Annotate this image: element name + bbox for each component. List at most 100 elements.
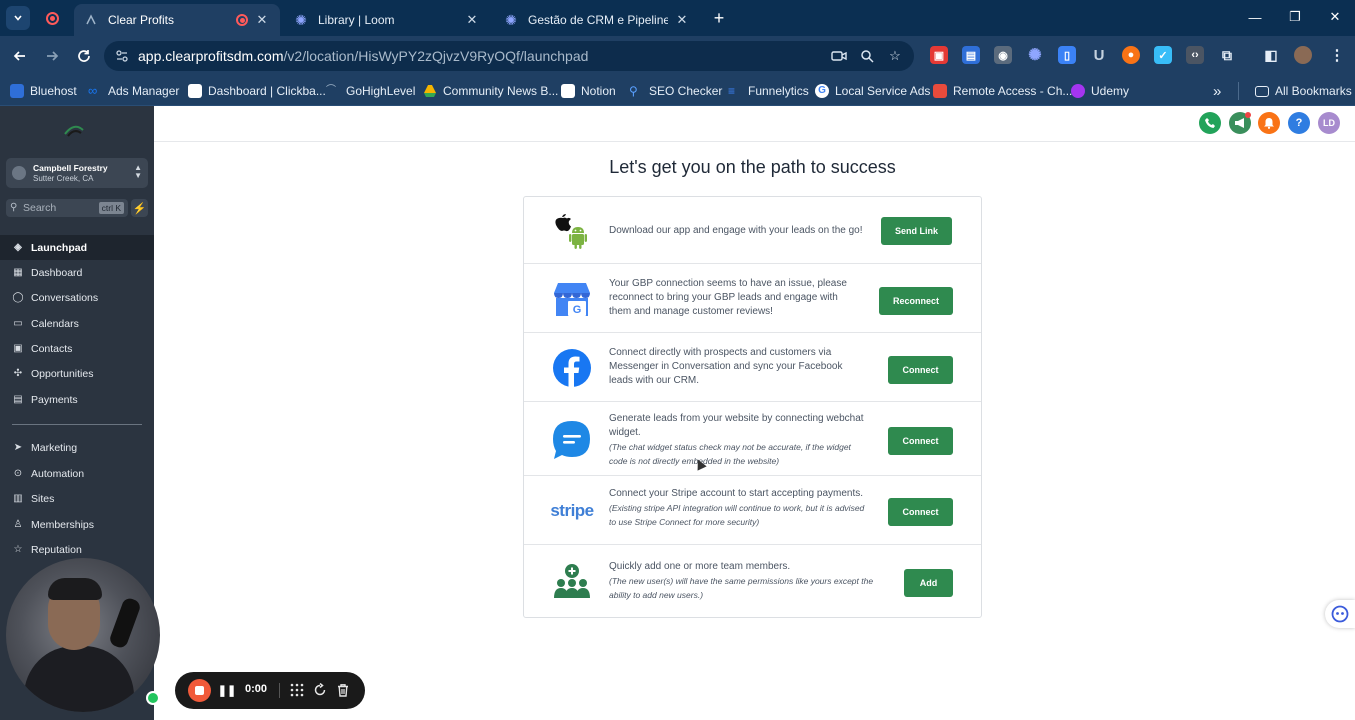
chat-widget-launcher[interactable] bbox=[1325, 600, 1355, 628]
puzzle-extensions-icon[interactable]: ⧉ bbox=[1218, 46, 1236, 64]
bookmark-udemy[interactable]: Udemy bbox=[1071, 82, 1129, 100]
presenter-hair bbox=[48, 578, 102, 600]
bookmark-community-news[interactable]: Community News B... bbox=[423, 82, 558, 100]
sidebar-item-memberships[interactable]: ♙ Memberships bbox=[0, 512, 154, 537]
sidebar-item-launchpad[interactable]: ◈ Launchpad bbox=[0, 235, 154, 260]
bookmark-clickbank[interactable]: Dashboard | Clickba... bbox=[188, 82, 326, 100]
bookmark-gohighlevel[interactable]: ⌒ GoHighLevel bbox=[326, 82, 415, 100]
bookmark-ads-manager[interactable]: ∞ Ads Manager bbox=[88, 82, 179, 100]
send-link-button[interactable]: Send Link bbox=[881, 217, 952, 245]
extension-red-icon[interactable]: ▣ bbox=[930, 46, 948, 64]
sidebar-search-input[interactable]: ⚲ Search ctrl K bbox=[6, 199, 128, 217]
stop-recording-button[interactable] bbox=[188, 679, 211, 702]
tab-clear-profits[interactable]: Clear Profits ✕ bbox=[74, 4, 280, 36]
window-close-button[interactable]: ✕ bbox=[1320, 6, 1350, 28]
back-button[interactable] bbox=[8, 44, 32, 68]
sidebar-item-marketing[interactable]: ➤ Marketing bbox=[0, 435, 154, 460]
add-team-member-button[interactable]: Add bbox=[904, 569, 953, 597]
sidebar-item-dashboard[interactable]: ▦ Dashboard bbox=[0, 260, 154, 285]
bookmark-seo-checker[interactable]: ⚲ SEO Checker bbox=[629, 82, 722, 100]
sidebar-item-calendars[interactable]: ▭ Calendars bbox=[0, 311, 154, 336]
bookmarks-overflow-button[interactable]: » bbox=[1213, 82, 1221, 100]
row-note: (Existing stripe API integration will co… bbox=[609, 503, 865, 527]
loom-extension-icon[interactable]: ✺ bbox=[1026, 46, 1044, 64]
trash-icon[interactable] bbox=[335, 682, 351, 698]
new-tab-button[interactable]: + bbox=[709, 8, 729, 28]
pause-button[interactable]: ❚❚ bbox=[218, 683, 236, 697]
announcements-button[interactable] bbox=[1229, 112, 1251, 134]
tab-search-button[interactable] bbox=[6, 6, 30, 30]
location-switcher[interactable]: Campbell Forestry Sutter Creek, CA ▲ ▼ bbox=[6, 158, 148, 188]
drawing-tools-icon[interactable] bbox=[289, 682, 305, 698]
side-panel-icon[interactable]: ◧ bbox=[1262, 46, 1280, 64]
user-avatar[interactable]: LD bbox=[1318, 112, 1340, 134]
recording-indicator-icon[interactable] bbox=[42, 8, 62, 28]
camera-extension-icon[interactable]: ◉ bbox=[994, 46, 1012, 64]
url-text[interactable]: app.clearprofitsdm.com/v2/location/HisWy… bbox=[138, 48, 588, 64]
sidebar-item-contacts[interactable]: ▣ Contacts bbox=[0, 336, 154, 361]
orange-extension-icon[interactable]: ● bbox=[1122, 46, 1140, 64]
recording-timer: 0:00 bbox=[245, 683, 268, 695]
sidebar-item-payments[interactable]: ▤ Payments bbox=[0, 387, 154, 412]
quick-actions-bolt-icon[interactable]: ⚡ bbox=[131, 199, 148, 217]
sidebar-item-label: Payments bbox=[31, 393, 78, 406]
tab-library-loom[interactable]: ✺ Library | Loom ✕ bbox=[284, 4, 490, 36]
restart-icon[interactable] bbox=[312, 682, 328, 698]
tab-title: Clear Profits bbox=[108, 13, 175, 27]
sidebar-item-label: Automation bbox=[31, 467, 85, 480]
search-placeholder: Search bbox=[23, 202, 57, 214]
address-bar[interactable]: app.clearprofitsdm.com/v2/location/HisWy… bbox=[104, 41, 914, 71]
forward-button[interactable] bbox=[40, 44, 64, 68]
sites-icon: ▥ bbox=[13, 493, 23, 504]
row-text: Download our app and engage with your le… bbox=[609, 225, 863, 236]
document-extension-icon[interactable]: ▯ bbox=[1058, 46, 1076, 64]
restore-button[interactable]: ❐ bbox=[1280, 6, 1310, 28]
row-text: Connect directly with prospects and cust… bbox=[609, 347, 843, 386]
zoom-icon[interactable] bbox=[858, 48, 876, 64]
all-bookmarks-button[interactable]: All Bookmarks bbox=[1255, 82, 1352, 100]
close-icon[interactable]: ✕ bbox=[254, 12, 270, 28]
reconnect-button[interactable]: Reconnect bbox=[879, 287, 953, 315]
tab-gestao-crm[interactable]: ✺ Gestão de CRM e Pipelines com ✕ bbox=[494, 4, 700, 36]
sidebar-item-conversations[interactable]: ◯ Conversations bbox=[0, 285, 154, 310]
row-note: (The chat widget status check may not be… bbox=[609, 442, 851, 466]
close-icon[interactable]: ✕ bbox=[464, 12, 480, 28]
video-camera-icon[interactable] bbox=[830, 48, 848, 64]
webchat-icon bbox=[552, 420, 592, 460]
kebab-menu-icon[interactable]: ⋮ bbox=[1328, 46, 1346, 64]
sidebar-item-opportunities[interactable]: ✣ Opportunities bbox=[0, 361, 154, 386]
bookmark-label: Udemy bbox=[1091, 84, 1130, 98]
loom-favicon-icon: ✺ bbox=[505, 12, 517, 28]
bookmark-bluehost[interactable]: Bluehost bbox=[10, 82, 77, 100]
bookmark-notion[interactable]: Notion bbox=[561, 82, 616, 100]
row-description: Generate leads from your website by conn… bbox=[609, 412, 871, 468]
udemy-icon bbox=[1071, 84, 1085, 98]
stripe-connect-button[interactable]: Connect bbox=[888, 498, 953, 526]
extension-blue-icon[interactable]: ▤ bbox=[962, 46, 980, 64]
sidebar-item-automation[interactable]: ⊙ Automation bbox=[0, 461, 154, 486]
profile-avatar[interactable] bbox=[1294, 46, 1312, 64]
check-extension-icon[interactable]: ✓ bbox=[1154, 46, 1172, 64]
bookmark-local-service-ads[interactable]: G Local Service Ads bbox=[815, 82, 930, 100]
help-button[interactable]: ? bbox=[1288, 112, 1310, 134]
bookmark-star-icon[interactable]: ☆ bbox=[886, 48, 904, 64]
minimize-button[interactable]: — bbox=[1240, 6, 1270, 28]
facebook-connect-button[interactable]: Connect bbox=[888, 356, 953, 384]
loom-camera-bubble[interactable] bbox=[6, 558, 160, 712]
bookmark-label: Dashboard | Clickba... bbox=[208, 84, 326, 98]
close-icon[interactable]: ✕ bbox=[674, 12, 690, 28]
code-extension-icon[interactable]: ‹› bbox=[1186, 46, 1204, 64]
opportunities-icon: ✣ bbox=[13, 368, 23, 379]
automation-icon: ⊙ bbox=[13, 468, 23, 479]
bookmark-remote-access[interactable]: Remote Access - Ch... bbox=[933, 82, 1072, 100]
team-icon bbox=[552, 563, 592, 603]
reload-button[interactable] bbox=[72, 44, 96, 68]
bookmark-funnelytics[interactable]: ≡ Funnelytics bbox=[728, 82, 809, 100]
site-info-icon[interactable] bbox=[114, 48, 130, 64]
u-extension-icon[interactable]: U bbox=[1090, 46, 1108, 64]
contacts-icon: ▣ bbox=[13, 343, 23, 354]
sidebar-item-sites[interactable]: ▥ Sites bbox=[0, 486, 154, 511]
webchat-connect-button[interactable]: Connect bbox=[888, 427, 953, 455]
notifications-button[interactable] bbox=[1258, 112, 1280, 134]
phone-button[interactable] bbox=[1199, 112, 1221, 134]
